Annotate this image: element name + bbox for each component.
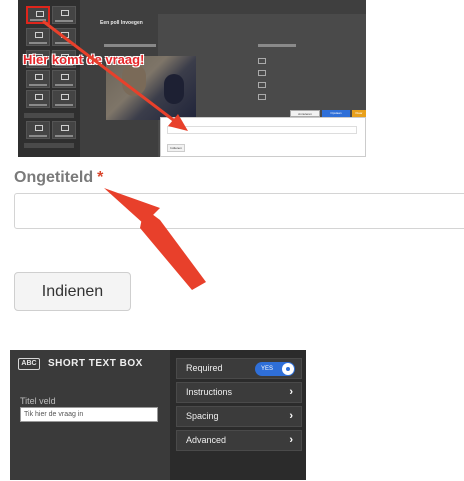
option-advanced[interactable]: Advanced › [176, 430, 302, 451]
option-spacing[interactable]: Spacing › [176, 406, 302, 427]
poll-option-radio[interactable] [258, 94, 266, 100]
component-settings-panel: ABC SHORT TEXT BOX Titel veld Tik hier d… [10, 350, 306, 480]
builder-page-title: Een poll Invoegen [100, 20, 143, 26]
columns-tool[interactable] [52, 121, 76, 139]
toggle-yes-text: YES [261, 366, 274, 372]
palette-section-header [24, 143, 74, 148]
image-tool[interactable] [26, 90, 50, 108]
grid-tool[interactable] [52, 70, 76, 88]
poll-options-panel [258, 44, 304, 104]
form-preview-popup: Indienen [160, 117, 366, 157]
required-toggle[interactable]: YES [255, 362, 295, 376]
component-header: ABC SHORT TEXT BOX Titel veld Tik hier d… [10, 350, 170, 480]
cancel-button[interactable]: Annuleren [290, 110, 320, 117]
option-spacing-label: Spacing [186, 411, 219, 421]
number-tool[interactable] [26, 70, 50, 88]
annotation-overlay-text: Hier komt de vraag! [23, 52, 145, 67]
accept-tool[interactable] [52, 90, 76, 108]
chevron-right-icon: › [289, 434, 293, 446]
option-required-label: Required [186, 363, 223, 373]
short-text-tool-highlighted[interactable] [26, 6, 50, 24]
radio-tool[interactable] [26, 28, 50, 46]
move-tool[interactable] [26, 121, 50, 139]
title-field-label: Titel veld [20, 396, 56, 406]
person-right-figure [164, 74, 184, 104]
preview-submit-button[interactable]: Indienen [167, 144, 185, 152]
preview-input-field[interactable] [167, 126, 357, 134]
submit-button[interactable]: Indienen [14, 272, 131, 311]
chevron-right-icon: › [289, 386, 293, 398]
component-options: Required YES Instructions › Spacing › Ad… [176, 358, 302, 454]
option-advanced-label: Advanced [186, 435, 227, 445]
poll-option-radio[interactable] [258, 70, 266, 76]
chevron-right-icon: › [289, 410, 293, 422]
form-builder-screenshot: Een poll Invoegen Annuleren Opslaan Klaa… [18, 0, 366, 157]
option-instructions[interactable]: Instructions › [176, 382, 302, 403]
poll-option-radio[interactable] [258, 82, 266, 88]
required-star: * [97, 169, 104, 186]
person-left-figure [122, 64, 146, 96]
long-text-tool[interactable] [52, 6, 76, 24]
checkbox-tool[interactable] [52, 28, 76, 46]
component-palette [18, 0, 80, 157]
option-instructions-label: Instructions [186, 387, 233, 397]
save-button[interactable]: Opslaan [322, 110, 350, 117]
title-field-input[interactable]: Tik hier de vraag in [20, 407, 158, 422]
text-box-icon: ABC [18, 358, 40, 370]
palette-section-header [24, 113, 74, 118]
toggle-knob [282, 363, 294, 375]
question-text-line [104, 44, 156, 47]
question-label-text: Ongetiteld [14, 169, 94, 186]
component-title: SHORT TEXT BOX [48, 358, 143, 369]
option-required[interactable]: Required YES [176, 358, 302, 379]
poll-option-radio[interactable] [258, 58, 266, 64]
question-label: Ongetiteld * [14, 169, 103, 187]
done-button[interactable]: Klaar [352, 110, 366, 117]
answer-input[interactable] [14, 193, 464, 229]
